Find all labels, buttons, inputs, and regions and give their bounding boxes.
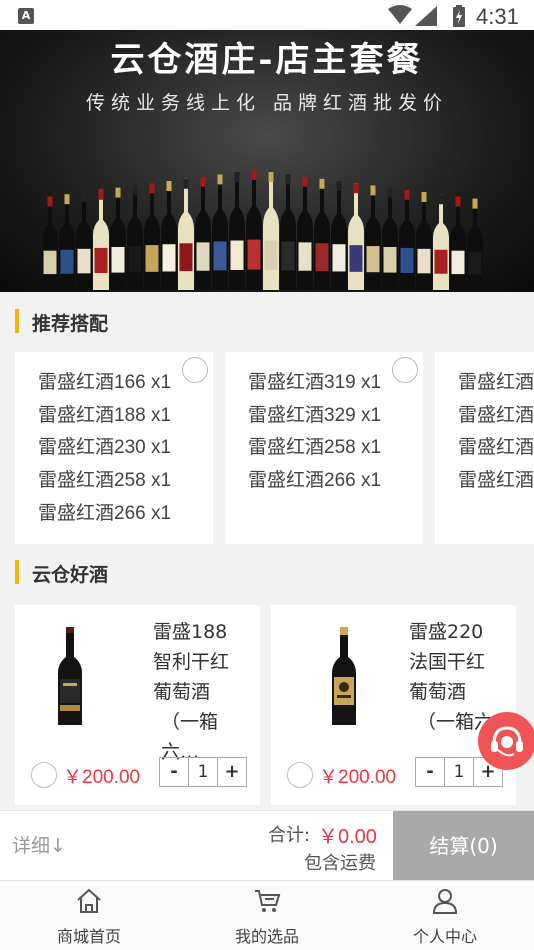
headset-icon — [491, 726, 523, 757]
banner-title: 云仓酒庄-店主套餐 — [110, 40, 424, 80]
tab-label: 商城首页 — [56, 927, 121, 946]
combo-item: 雷盛红酒 — [458, 405, 534, 426]
quantity-value[interactable]: 1 — [444, 758, 474, 786]
combo-card[interactable]: 雷盛红酒319 x1 雷盛红酒329 x1 雷盛红酒258 x1 雷盛红酒266… — [225, 352, 423, 544]
tab-label: 我的选品 — [234, 927, 299, 946]
total-label: 合计: — [268, 825, 311, 846]
combo-select-radio[interactable] — [392, 357, 418, 383]
wine-bottle-image — [58, 627, 82, 725]
combo-item: 雷盛红酒 — [458, 470, 534, 491]
combo-item: 雷盛红酒188 x1 — [38, 405, 172, 426]
wifi-icon — [388, 5, 412, 24]
cart-icon — [255, 890, 281, 912]
customer-service-button[interactable] — [478, 712, 534, 770]
total-value: ￥0.00 — [318, 826, 377, 848]
product-name-line: 葡萄酒 — [409, 681, 467, 703]
combo-item: 雷盛红酒 — [458, 372, 534, 393]
product-price: ￥200.00 — [63, 767, 141, 788]
bottom-tab-bar: 商城首页 我的选品 个人中心 — [0, 880, 534, 950]
wine-bottles-image — [42, 170, 483, 290]
tab-label: 个人中心 — [412, 927, 477, 946]
section-header-recommend: 推荐搭配 — [0, 295, 534, 345]
combo-card[interactable]: 雷盛红酒166 x1 雷盛红酒188 x1 雷盛红酒230 x1 雷盛红酒258… — [15, 352, 213, 544]
checkout-button[interactable]: 结算(0) — [393, 811, 534, 881]
product-price: ￥200.00 — [319, 767, 397, 788]
product-name-line: 雷盛188 — [153, 621, 228, 643]
section-header-good-wine: 云仓好酒 — [0, 546, 534, 596]
combo-item: 雷盛红酒258 x1 — [38, 470, 172, 491]
promo-banner[interactable]: 云仓酒庄-店主套餐 传统业务线上化 品牌红酒批发价 — [0, 30, 534, 292]
decrease-button[interactable]: - — [160, 758, 188, 786]
increase-button[interactable]: + — [218, 758, 246, 786]
detail-toggle[interactable]: 详细↓ — [12, 831, 66, 858]
product-name-line: 雷盛220 — [409, 621, 484, 643]
user-icon — [432, 889, 458, 914]
section-title: 推荐搭配 — [32, 313, 109, 335]
product-select-radio[interactable] — [31, 762, 57, 788]
tab-selection[interactable]: 我的选品 — [178, 881, 356, 950]
notification-icon: A — [18, 8, 34, 24]
combo-item: 雷盛红酒266 x1 — [38, 503, 172, 524]
checkout-bar: 详细↓ 合计: ￥0.00 包含运费 结算(0) — [0, 810, 534, 881]
product-name-line: 法国干红 — [409, 651, 486, 673]
combo-item: 雷盛红酒258 x1 — [248, 437, 382, 458]
battery-icon — [453, 5, 465, 27]
combo-select-radio[interactable] — [182, 357, 208, 383]
banner-slogan: 传统业务线上化 品牌红酒批发价 — [85, 92, 449, 114]
wine-bottle-image — [332, 627, 356, 725]
product-card[interactable]: 雷盛220 法国干红 葡萄酒 （一箱六 ￥200.00 - 1 + — [271, 605, 516, 805]
combo-item: 雷盛红酒266 x1 — [248, 470, 382, 491]
combo-item: 雷盛红酒329 x1 — [248, 405, 382, 426]
product-name[interactable]: 雷盛188 智利干红 葡萄酒 （一箱六… — [153, 617, 253, 767]
section-accent-bar — [15, 309, 19, 333]
combo-item: 雷盛红酒230 x1 — [38, 437, 172, 458]
product-card[interactable]: 雷盛188 智利干红 葡萄酒 （一箱六… ￥200.00 - 1 + — [15, 605, 260, 805]
combo-item: 雷盛红酒 — [458, 437, 534, 458]
product-name-line: 葡萄酒 — [153, 681, 211, 703]
combo-item: 雷盛红酒319 x1 — [248, 372, 382, 393]
shipping-note: 包含运费 — [304, 853, 376, 874]
tab-home[interactable]: 商城首页 — [0, 881, 178, 950]
quantity-stepper[interactable]: - 1 + — [159, 757, 247, 787]
signal-icon — [415, 6, 437, 26]
tab-profile[interactable]: 个人中心 — [356, 881, 534, 950]
section-accent-bar — [15, 560, 19, 584]
home-icon — [77, 888, 101, 913]
section-title: 云仓好酒 — [32, 564, 109, 586]
quantity-value[interactable]: 1 — [188, 758, 218, 786]
status-time: 4:31 — [476, 4, 519, 29]
decrease-button[interactable]: - — [416, 758, 444, 786]
combo-item: 雷盛红酒166 x1 — [38, 372, 172, 393]
combo-card[interactable]: 雷盛红酒 雷盛红酒 雷盛红酒 雷盛红酒 — [435, 352, 534, 544]
product-select-radio[interactable] — [287, 762, 313, 788]
product-name-line: 智利干红 — [153, 651, 230, 673]
status-bar: A 4:31 — [0, 0, 534, 30]
